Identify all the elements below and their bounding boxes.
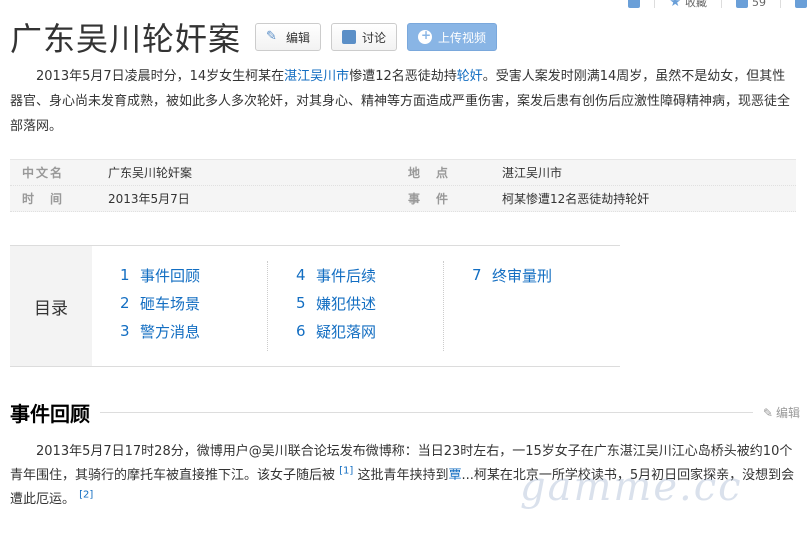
like-button[interactable]: 59 [736,0,766,9]
share-button[interactable] [628,0,641,8]
discuss-label: 讨论 [362,30,387,45]
collect-label: 收藏 [685,0,707,9]
title-row: 广东吴川轮奸案 ✎ 编辑 讨论 上传视频 [10,14,498,60]
more-button[interactable] [795,0,807,8]
reference-1[interactable]: [1] [339,466,353,477]
info-value: 柯某惨遭12名恶徒劫持轮奸 [502,192,650,206]
page-title: 广东吴川轮奸案 [10,20,242,58]
catalog-text: 砸车场景 [140,294,201,313]
section-edit-button[interactable]: ✎ 编辑 [763,404,800,421]
divider [654,0,656,8]
catalog-num: 3 [120,322,130,340]
catalog-text: 嫌犯供述 [316,294,377,313]
section-header: 事件回顾 ✎ 编辑 [10,398,800,427]
basic-info-table: 中文名 广东吴川轮奸案 地 点 湛江吴川市 时 间 2013年5月7日 事 件 … [10,159,796,212]
like-icon [736,0,748,8]
section-edit-label: 编辑 [775,406,800,420]
edit-label: 编辑 [286,30,311,45]
section-link[interactable]: 覃 [448,468,461,483]
catalog: 目录 1 事件回顾 2 砸车场景 3 警方消息 4 事件后续 5 嫌犯供述 6 疑犯落网 7… [10,245,620,367]
upload-label: 上传视频 [438,30,487,45]
catalog-text: 警方消息 [140,322,201,341]
catalog-item[interactable]: 7 终审量刑 [472,261,620,289]
info-key: 时 间 [22,192,65,206]
catalog-text: 疑犯落网 [316,322,377,341]
catalog-item[interactable]: 5 嫌犯供述 [296,289,443,317]
catalog-num: 5 [296,294,306,312]
catalog-column: 4 事件后续 5 嫌犯供述 6 疑犯落网 [268,261,444,351]
pencil-icon: ✎ [762,405,773,420]
discuss-button[interactable]: 讨论 [331,23,398,51]
pencil-icon: ✎ [266,29,277,44]
catalog-column: 1 事件回顾 2 砸车场景 3 警方消息 [92,261,268,351]
catalog-item[interactable]: 6 疑犯落网 [296,317,443,345]
divider [721,0,722,8]
catalog-num: 4 [296,266,306,284]
catalog-column: 7 终审量刑 [444,261,620,351]
catalog-item[interactable]: 4 事件后续 [296,261,443,289]
section-text: 这批青年挟持到 [357,468,449,483]
link-lunjian[interactable]: 轮奸 [457,69,483,84]
catalog-body: 1 事件回顾 2 砸车场景 3 警方消息 4 事件后续 5 嫌犯供述 6 疑犯落网 7 终审量… [92,246,620,366]
catalog-num: 1 [120,266,130,284]
section-divider [100,412,753,413]
info-key: 事 件 [408,192,451,206]
divider [780,0,781,8]
catalog-item[interactable]: 2 砸车场景 [120,289,267,317]
catalog-text: 终审量刑 [492,266,553,285]
top-action-bar: ★ 收藏 59 [628,0,807,10]
share-icon [628,0,641,8]
upload-video-button[interactable]: 上传视频 [407,23,498,51]
info-value-link[interactable]: 湛江吴川市 [502,164,562,181]
more-icon [795,0,807,8]
reference-2[interactable]: [2] [79,490,93,501]
catalog-text: 事件后续 [316,266,377,285]
catalog-text: 事件回顾 [140,266,201,285]
info-key: 中文名 [22,166,65,180]
link-zhanjiang-wuchuan[interactable]: 湛江吴川市 [284,69,349,84]
comment-icon [342,30,357,44]
info-value: 广东吴川轮奸案 [108,166,193,180]
section-text: ... [461,468,474,483]
catalog-num: 7 [472,266,482,284]
info-value: 2013年5月7日 [108,192,190,206]
edit-button[interactable]: ✎ 编辑 [255,23,322,51]
summary-paragraph: 2013年5月7日凌晨时分，14岁女生柯某在湛江吴川市惨遭12名恶徒劫持轮奸。受… [10,64,796,139]
info-key: 地 点 [408,166,451,180]
section-paragraph: 2013年5月7日17时28分，微博用户@吴川联合论坛发布微博称：当日23时左右… [10,440,796,512]
section-title: 事件回顾 [10,402,90,426]
summary-text: 2013年5月7日凌晨时分，14岁女生柯某在 [36,69,285,84]
catalog-item[interactable]: 3 警方消息 [120,317,267,345]
info-row: 时 间 2013年5月7日 事 件 柯某惨遭12名恶徒劫持轮奸 [10,186,796,212]
catalog-label: 目录 [10,246,92,366]
collect-button[interactable]: ★ 收藏 [669,0,707,10]
catalog-num: 6 [296,322,306,340]
plus-circle-icon [418,28,433,44]
info-row: 中文名 广东吴川轮奸案 地 点 湛江吴川市 [10,160,796,186]
catalog-item[interactable]: 1 事件回顾 [120,261,267,289]
like-count: 59 [752,0,766,9]
star-icon: ★ [669,0,681,10]
catalog-num: 2 [120,294,130,312]
summary-text: 惨遭12名恶徒劫持 [349,69,457,84]
